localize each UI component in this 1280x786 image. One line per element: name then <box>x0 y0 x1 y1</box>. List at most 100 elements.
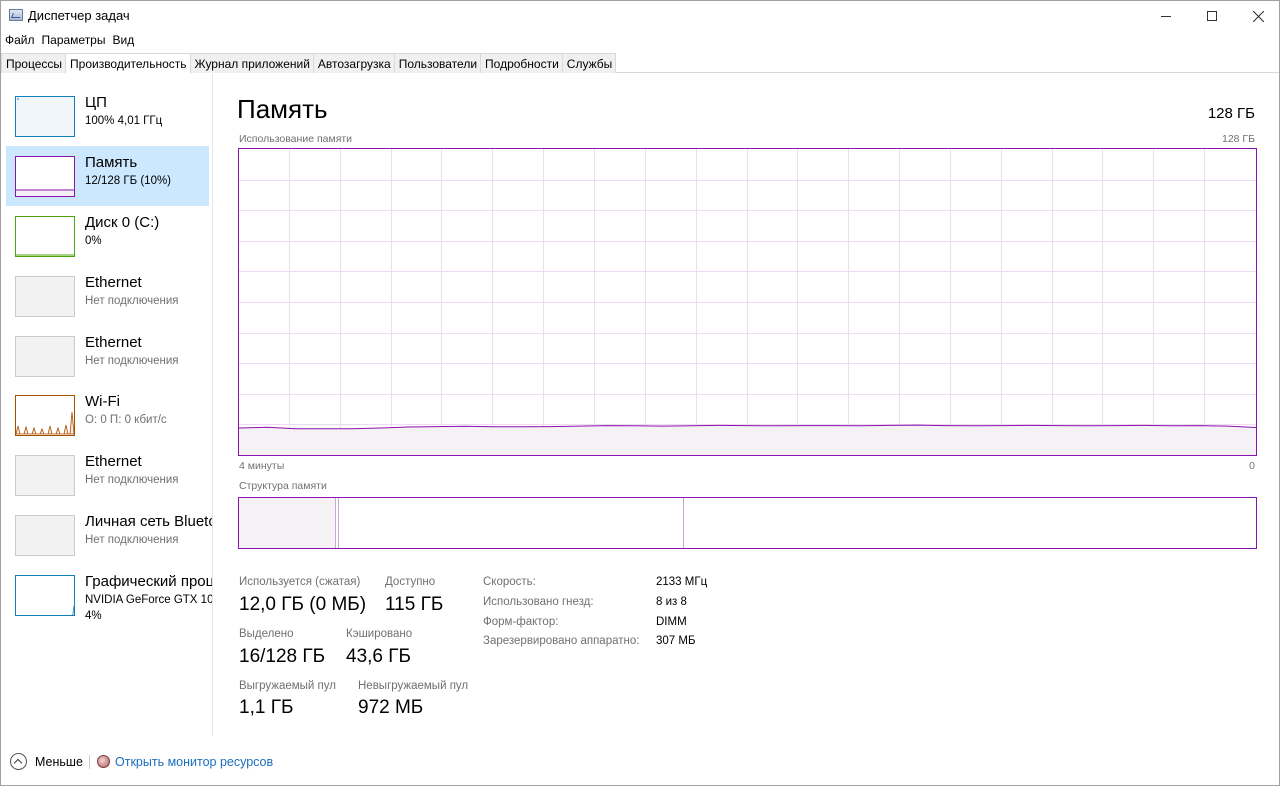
cached-label: Кэшировано <box>346 628 413 640</box>
sidebar-item-subtitle: Нет подключения <box>85 295 179 307</box>
sidebar-item-title: Ethernet <box>85 334 142 351</box>
ethernet-thumbnail <box>15 455 75 496</box>
sidebar-item-title: ЦП <box>85 94 107 111</box>
sidebar-item-bluetooth[interactable]: Личная сеть Bluetooth Нет подключения <box>6 505 212 565</box>
form-factor-value: DIMM <box>656 616 687 628</box>
memory-thumbnail <box>15 156 75 197</box>
sidebar-item-ethernet-3[interactable]: Ethernet Нет подключения <box>6 445 209 505</box>
graph-time-left: 4 минуты <box>239 460 285 472</box>
ethernet-thumbnail <box>15 336 75 377</box>
maximize-icon <box>1207 11 1217 21</box>
sidebar-item-subtitle: NVIDIA GeForce GTX 1080 <box>85 594 213 606</box>
sidebar-item-subtitle: 100% 4,01 ГГц <box>85 115 163 127</box>
memory-total: 128 ГБ <box>1207 105 1255 122</box>
sidebar-item-subtitle: 12/128 ГБ (10%) <box>85 175 172 187</box>
sidebar-item-gpu[interactable]: Графический процессор 0 NVIDIA GeForce G… <box>6 565 212 635</box>
task-manager-icon <box>9 9 23 21</box>
disk-mini-graph <box>16 254 74 256</box>
gpu-mini-graph <box>72 605 74 615</box>
sidebar-item-title: Графический процессор 0 <box>85 573 213 590</box>
window-title: Диспетчер задач <box>28 8 130 23</box>
sidebar-item-ethernet-2[interactable]: Ethernet Нет подключения <box>6 326 209 386</box>
footer-separator <box>89 755 90 769</box>
tab-users[interactable]: Пользователи <box>393 53 482 73</box>
close-icon <box>1252 10 1264 22</box>
memory-usage-graph <box>238 148 1257 456</box>
sidebar-item-title: Личная сеть Bluetooth <box>85 513 212 530</box>
tab-strip: Процессы Производительность Журнал прило… <box>1 53 1279 74</box>
sidebar-item-title: Ethernet <box>85 453 142 470</box>
nonpaged-pool-value: 972 МБ <box>358 697 424 718</box>
resource-monitor-icon <box>97 755 110 768</box>
menu-bar: Файл Параметры Вид <box>1 31 137 51</box>
sidebar-item-ethernet-1[interactable]: Ethernet Нет подключения <box>6 266 209 326</box>
tab-app-history[interactable]: Журнал приложений <box>189 53 314 73</box>
maximize-button[interactable] <box>1189 1 1235 31</box>
in-use-label: Используется (сжатая) <box>239 576 361 588</box>
open-resource-monitor-link[interactable]: Открыть монитор ресурсов <box>115 755 273 769</box>
cpu-thumbnail <box>15 96 75 137</box>
paged-pool-label: Выгружаемый пул <box>239 680 336 692</box>
sidebar-item-subtitle: 0% <box>85 235 102 247</box>
minimize-icon <box>1161 15 1171 17</box>
usage-graph-label: Использование памяти <box>239 133 353 145</box>
disk-thumbnail <box>15 216 75 257</box>
composition-standby[interactable] <box>339 498 684 548</box>
sidebar-item-subtitle: Нет подключения <box>85 474 179 486</box>
menu-view[interactable]: Вид <box>108 31 137 51</box>
sidebar-item-title: Диск 0 (C:) <box>85 214 160 231</box>
sidebar-item-subtitle: Нет подключения <box>85 355 179 367</box>
slots-value: 8 из 8 <box>656 596 687 608</box>
sidebar-item-usage: 4% <box>85 610 102 622</box>
speed-label: Скорость: <box>483 576 536 588</box>
cached-value: 43,6 ГБ <box>346 646 412 667</box>
hardware-reserved-value: 307 МБ <box>656 635 696 647</box>
tab-startup[interactable]: Автозагрузка <box>312 53 395 73</box>
memory-mini-graph <box>16 189 74 196</box>
chevron-up-icon[interactable] <box>10 753 27 770</box>
sidebar-item-subtitle: О: 0 П: 0 кбит/с <box>85 414 167 426</box>
footer-bar: Меньше Открыть монитор ресурсов <box>1 745 1279 781</box>
title-bar[interactable]: Диспетчер задач <box>1 1 1279 31</box>
composition-label: Структура памяти <box>239 480 327 492</box>
tab-details[interactable]: Подробности <box>480 53 563 73</box>
sidebar-item-memory[interactable]: Память 12/128 ГБ (10%) <box>6 146 209 206</box>
graph-time-right: 0 <box>1249 460 1255 472</box>
available-label: Доступно <box>385 576 436 588</box>
usage-area <box>239 425 1256 455</box>
sidebar-item-disk[interactable]: Диск 0 (C:) 0% <box>6 206 209 266</box>
wifi-thumbnail <box>15 395 75 436</box>
page-title: Память <box>237 94 328 124</box>
slots-label: Использовано гнезд: <box>483 596 594 608</box>
tab-services[interactable]: Службы <box>561 53 617 73</box>
sidebar-item-cpu[interactable]: ЦП 100% 4,01 ГГц <box>6 86 209 146</box>
sidebar-item-wifi[interactable]: Wi-Fi О: 0 П: 0 кбит/с <box>6 385 209 445</box>
hardware-reserved-label: Зарезервировано аппаратно: <box>483 635 640 647</box>
form-factor-label: Форм-фактор: <box>483 616 559 628</box>
task-manager-window: Диспетчер задач Файл Параметры Вид Проце… <box>0 0 1280 786</box>
close-button[interactable] <box>1235 1 1280 31</box>
sidebar-item-title: Wi-Fi <box>85 393 120 410</box>
committed-value: 16/128 ГБ <box>239 646 326 667</box>
memory-composition-bar <box>238 497 1257 549</box>
available-value: 115 ГБ <box>385 594 444 615</box>
wifi-mini-graph <box>16 411 74 435</box>
resource-sidebar: ЦП 100% 4,01 ГГц Память 12/128 ГБ (10%) … <box>1 74 213 736</box>
paged-pool-value: 1,1 ГБ <box>239 697 294 718</box>
speed-value: 2133 МГц <box>656 576 708 588</box>
tab-performance[interactable]: Производительность <box>65 53 191 74</box>
in-use-value: 12,0 ГБ (0 МБ) <box>239 594 367 615</box>
usage-graph-max: 128 ГБ <box>1221 133 1255 145</box>
ethernet-thumbnail <box>15 276 75 317</box>
tab-processes[interactable]: Процессы <box>1 53 67 73</box>
minimize-button[interactable] <box>1143 1 1189 31</box>
committed-label: Выделено <box>239 628 294 640</box>
nonpaged-pool-label: Невыгружаемый пул <box>358 680 469 692</box>
fewer-details-button[interactable]: Меньше <box>35 755 83 769</box>
sidebar-item-title: Ethernet <box>85 274 142 291</box>
bluetooth-thumbnail <box>15 515 75 556</box>
menu-options[interactable]: Параметры <box>38 31 109 51</box>
menu-file[interactable]: Файл <box>1 31 38 51</box>
sidebar-item-title: Память <box>85 154 138 171</box>
composition-in-use[interactable] <box>239 498 336 548</box>
